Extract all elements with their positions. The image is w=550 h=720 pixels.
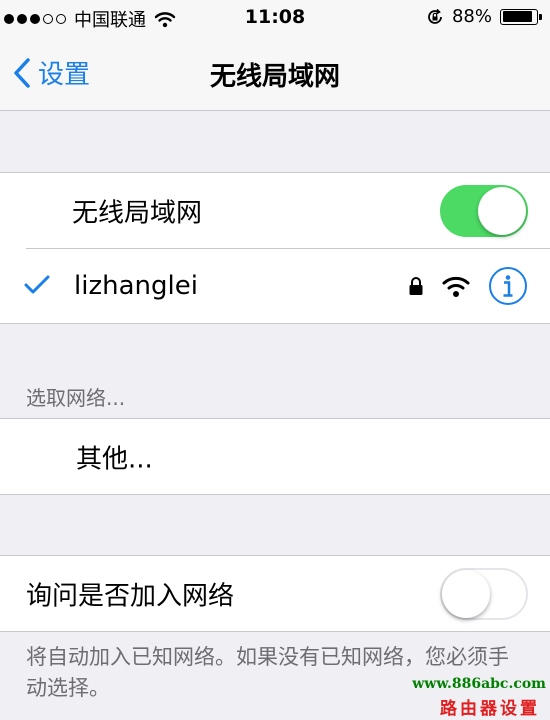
battery-percent: 88% [451, 6, 492, 27]
network-name: lizhanglei [74, 270, 198, 301]
current-network-row[interactable]: lizhanglei [0, 248, 550, 323]
checkmark-icon [24, 275, 50, 294]
wifi-toggle[interactable] [440, 185, 528, 237]
status-right: 88% [426, 6, 542, 27]
info-icon[interactable] [488, 266, 528, 306]
lock-icon [409, 277, 423, 295]
watermark-url: www.886abc.com [412, 676, 546, 692]
wifi-group: 无线局域网 lizhanglei [0, 172, 550, 324]
ask-join-label: 询问是否加入网络 [26, 581, 235, 611]
choose-network-header: 选取网络... [26, 386, 126, 410]
battery-icon [500, 8, 542, 25]
toggle-knob [478, 187, 526, 235]
page-title: 无线局域网 [209, 62, 340, 92]
other-network-label: 其他... [76, 444, 153, 474]
ask-join-toggle[interactable] [440, 568, 528, 620]
ask-join-group: 询问是否加入网络 [0, 555, 550, 632]
other-network-group: 其他... [0, 418, 550, 495]
wifi-toggle-label: 无线局域网 [72, 198, 203, 228]
ask-join-row: 询问是否加入网络 [0, 556, 550, 631]
wifi-icon [442, 276, 470, 297]
battery-fill [502, 11, 532, 22]
watermark-text: 路由器设置 [440, 699, 540, 719]
orientation-lock-icon [428, 8, 442, 24]
status-bar: 中国联通 11:08 88% [0, 0, 550, 36]
navigation-bar: 设置 无线局域网 [0, 36, 550, 111]
toggle-knob [442, 570, 490, 618]
other-network-row[interactable]: 其他... [0, 419, 550, 494]
wifi-toggle-row: 无线局域网 [0, 173, 550, 248]
